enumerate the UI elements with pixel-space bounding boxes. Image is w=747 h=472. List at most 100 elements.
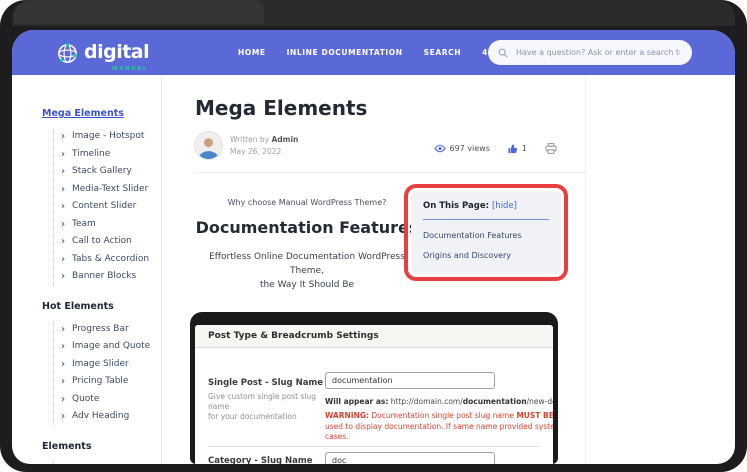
sidebar-item-pricing-table[interactable]: › Pricing Table (54, 373, 161, 391)
toc-link-documentation-features[interactable]: Documentation Features (423, 231, 549, 240)
toc-divider (423, 219, 549, 220)
sidebar-group-hot-elements: Hot Elements ›Progress Bar › Image and Qu… (42, 301, 161, 426)
field-label-single-post-slug: Single Post - Slug Name (208, 378, 323, 388)
byline-prefix: Written by (230, 135, 269, 144)
on-this-page-box: On This Page: [hide] Documentation Featu… (411, 191, 561, 274)
sidebar-item-banner-blocks[interactable]: ›Banner Blocks (54, 268, 161, 286)
intro-subtext: Effortless Online Documentation WordPres… (195, 250, 419, 292)
site-logo[interactable]: digital MANUAL (56, 40, 149, 65)
sidebar-heading-hot-elements[interactable]: Hot Elements (42, 301, 161, 312)
author-avatar (195, 132, 222, 159)
sidebar-item-image-hotspot[interactable]: ›Image - Hotspot (54, 128, 161, 146)
settings-panel-body: Single Post - Slug Name Give custom sing… (195, 348, 553, 464)
sidebar-item-label: Tabs & Accordion (72, 254, 149, 264)
sidebar-item-label: Team (72, 219, 96, 229)
sidebar-item-timeline[interactable]: › Timeline (54, 146, 161, 164)
chevron-right-icon: › (61, 408, 65, 426)
sidebar-item-adv-heading[interactable]: › Adv Heading (54, 408, 161, 426)
avatar-image (195, 132, 222, 159)
sidebar-item-label: Image and Quote (72, 341, 150, 351)
chevron-right-icon: › (61, 338, 65, 356)
sidebar-item-progress-bar[interactable]: ›Progress Bar (54, 321, 161, 339)
toc-link-origins-and-discovery[interactable]: Origins and Discovery (423, 251, 549, 260)
sidebar-list: ›Progress Bar › Image and Quote › Image Sl… (53, 321, 161, 426)
chevron-right-icon: › (61, 128, 65, 146)
sidebar-item-quote[interactable]: ›Quote (54, 391, 161, 409)
author-name[interactable]: Admin (271, 135, 298, 144)
warning-bold-segment: MUST BE (516, 411, 553, 420)
chevron-right-icon: › (61, 233, 65, 251)
sidebar-group-mega-elements: Mega Elements ›Image - Hotspot › Timeline… (42, 108, 161, 286)
docs-sidebar: Mega Elements ›Image - Hotspot › Timeline… (12, 75, 162, 464)
sidebar-item-content-slider[interactable]: › Content Slider (54, 198, 161, 216)
screenshot-stage: digital MANUAL HOME INLINE DOCUMENTATION… (0, 0, 747, 472)
section-heading: Documentation Features (195, 218, 419, 237)
sidebar-item-media-text-slider[interactable]: ›Media-Text Slider (54, 181, 161, 199)
sidebar-item-stack-gallery[interactable]: › Stack Gallery (54, 163, 161, 181)
print-icon[interactable] (545, 143, 557, 154)
sidebar-item-label: Content Slider (72, 201, 136, 211)
field-description-line1: Give custom single post slug name (208, 392, 318, 412)
globe-icon (56, 42, 79, 65)
thumbs-up-icon (508, 144, 518, 154)
sidebar-item-mega-elements[interactable]: Mega Elements (42, 108, 161, 119)
chevron-right-icon: › (61, 268, 65, 286)
search-input[interactable] (514, 47, 682, 58)
like-button[interactable]: 1 (508, 144, 527, 154)
sidebar-item-tabs-accordion[interactable]: ›Tabs & Accordion (54, 251, 161, 269)
chevron-right-icon: › (61, 216, 65, 234)
sidebar-active-link[interactable]: Mega Elements (42, 108, 124, 119)
sidebar-item-team[interactable]: › Team (54, 216, 161, 234)
intro-section: Why choose Manual WordPress Theme? Docum… (195, 198, 419, 292)
sidebar-item-label: Pricing Table (72, 376, 128, 386)
sidebar-item-label: Stack Gallery (72, 166, 132, 176)
url-preview-prefix: Will appear as: (325, 397, 388, 406)
single-post-slug-input (325, 372, 495, 389)
field-label-category-slug: Category - Slug Name (208, 456, 313, 464)
post-meta-actions: 697 views 1 (434, 143, 558, 154)
sidebar-item-label: File Attached (72, 464, 130, 465)
warning-line1: WARNING: Documentation single post slug … (325, 411, 553, 422)
post-date: May 26, 2022 (230, 146, 298, 158)
search-bar[interactable] (488, 40, 692, 65)
sidebar-item-label: Quote (72, 394, 99, 404)
sidebar-list: ›Image - Hotspot › Timeline › Stack Galler… (53, 128, 161, 286)
nav-search[interactable]: SEARCH (424, 48, 462, 57)
field-description-line2: for your documentation (208, 412, 318, 422)
sidebar-item-call-to-action[interactable]: ›Call to Action (54, 233, 161, 251)
field-description: Give custom single post slug name for yo… (208, 392, 318, 422)
sidebar-item-file-attached[interactable]: ›File Attached (54, 461, 161, 465)
sidebar-item-label: Image Slider (72, 359, 129, 369)
chevron-right-icon: › (61, 356, 65, 374)
sidebar-heading-elements[interactable]: Elements (42, 441, 161, 452)
views-counter: 697 views (434, 144, 490, 153)
sidebar-item-label: Media-Text Slider (72, 184, 148, 194)
sidebar-group-elements: Elements ›File Attached ›Comment Box (42, 441, 161, 465)
content-right-divider (585, 75, 586, 464)
logo-text: digital (84, 40, 149, 64)
settings-panel-title: Post Type & Breadcrumb Settings (195, 325, 553, 348)
nav-inline-documentation[interactable]: INLINE DOCUMENTATION (287, 48, 403, 57)
url-preview-base: http://domain.com/ (388, 397, 462, 406)
intro-subtext-line2: the Way It Should Be (195, 278, 419, 292)
url-preview-tail: /new-doc-post/ (527, 397, 553, 406)
main-nav: HOME INLINE DOCUMENTATION SEARCH 404 (238, 30, 500, 75)
warning-label: WARNING: (325, 411, 369, 420)
page-title: Mega Elements (195, 96, 367, 120)
sidebar-item-image-and-quote[interactable]: › Image and Quote (54, 338, 161, 356)
url-preview: Will appear as: http://domain.com/docume… (325, 397, 553, 406)
sidebar-item-image-slider[interactable]: › Image Slider (54, 356, 161, 374)
toc-hide-toggle[interactable]: [hide] (492, 201, 517, 211)
chevron-right-icon: › (61, 163, 65, 181)
nav-home[interactable]: HOME (238, 48, 266, 57)
chevron-right-icon: › (61, 146, 65, 164)
category-slug-input (325, 452, 495, 464)
on-this-page-annotation: On This Page: [hide] Documentation Featu… (404, 184, 568, 281)
settings-panel: Post Type & Breadcrumb Settings Single P… (195, 325, 553, 464)
post-byline: Written by Admin May 26, 2022 (230, 134, 298, 158)
chevron-right-icon: › (61, 373, 65, 391)
sidebar-item-label: Adv Heading (72, 411, 129, 421)
search-icon (498, 48, 508, 58)
chevron-right-icon: › (61, 198, 65, 216)
sidebar-item-label: Timeline (72, 149, 110, 159)
